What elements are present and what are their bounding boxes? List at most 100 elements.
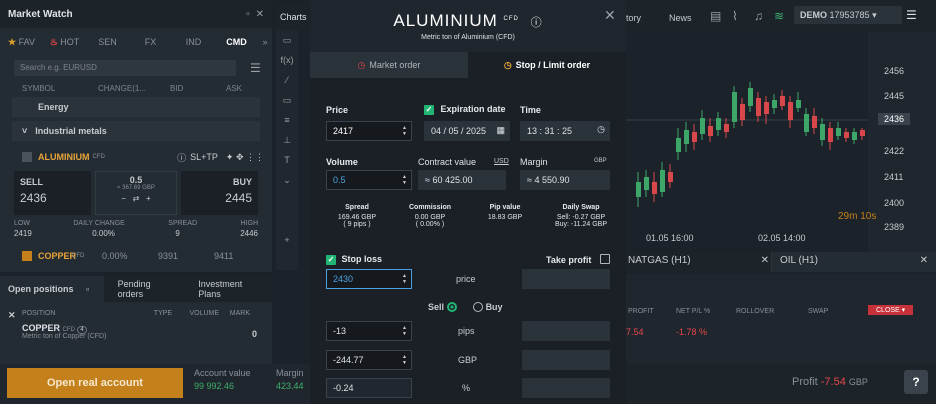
signal-icon[interactable]: ⌇ — [732, 9, 738, 23]
dialog-title: ALUMINIUM — [393, 11, 498, 30]
tabs-next-icon[interactable]: » — [258, 37, 272, 47]
market-watch-title: Market Watch — [8, 8, 73, 20]
column-symbol: SYMBOL — [22, 84, 56, 93]
y-tick: 2400 — [884, 198, 905, 208]
time-input[interactable]: 13 : 31 : 25 ◷ — [520, 121, 610, 141]
sell-button[interactable]: SELL 2436 — [14, 171, 92, 215]
symbol-table-header: SYMBOL CHANGE(1... BID ASK — [0, 80, 272, 97]
menu-icon[interactable]: ☰ — [906, 8, 917, 22]
take-profit-checkbox[interactable]: Take profit — [546, 254, 610, 265]
margin-label: Margin — [520, 157, 548, 167]
star-icon: ★ — [8, 36, 17, 47]
group-energy[interactable]: Energy — [12, 97, 260, 117]
charts-tab[interactable]: Charts — [276, 4, 310, 30]
stop-loss-gbp-input[interactable]: -244.77 ▲ ▼ — [326, 350, 412, 370]
account-selector[interactable]: DEMO 17953785 ▾ — [794, 6, 902, 24]
volume-stepper[interactable]: 0.5 ≈ 367.69 GBP − ⇄ + — [95, 171, 177, 215]
volume-input[interactable]: 0.5 ▲ ▼ — [326, 170, 412, 190]
order-form: Price 2417 ▲ ▼ ✓ Expiration date 04 / 05 /… — [310, 78, 626, 404]
tab-sen[interactable]: SEN — [86, 37, 129, 47]
y-tick: 2445 — [884, 91, 905, 101]
news-tab[interactable]: News — [669, 13, 692, 23]
date-input[interactable]: 04 / 05 / 2025 ▦ — [424, 121, 510, 141]
close-icon[interactable]: ✕ — [604, 7, 616, 24]
x-tick: 02.05 14:00 — [758, 233, 806, 243]
price-input[interactable]: 2417 ▲ ▼ — [326, 121, 412, 141]
y-tick: 2411 — [884, 172, 904, 182]
check-icon: ✓ — [424, 105, 434, 115]
close-all-button[interactable]: CLOSE ▾ — [868, 305, 914, 315]
close-icon[interactable]: ✕ — [256, 9, 264, 20]
candlestick-chart[interactable] — [626, 32, 868, 250]
current-price-label: 2436 — [878, 113, 911, 125]
instrument-stats-labels: LOW DAILY CHANGE SPREAD HIGH — [14, 220, 258, 227]
chevron-down-icon: ˅ — [22, 126, 28, 136]
info-icon[interactable]: ⓘ — [177, 151, 186, 164]
candle-body — [756, 98, 761, 116]
help-icon[interactable]: ? — [904, 370, 928, 394]
price-label: Price — [326, 105, 349, 115]
tab-hot[interactable]: ♨ HOT — [43, 37, 86, 48]
spread-info: Spread 169.46 GBP( 9 pips ) — [337, 204, 377, 228]
take-profit-pips-input[interactable] — [522, 321, 610, 341]
window-icon[interactable]: ▫ — [246, 9, 250, 20]
stop-loss-price-input[interactable]: 2430 ▲ ▼ — [326, 269, 412, 289]
positions-right-row: 7.54 -1.78 % — [626, 327, 708, 337]
account-value: Account value 99 992.46 — [194, 368, 251, 391]
sell-radio[interactable]: Sell — [428, 302, 457, 312]
candle-body — [772, 100, 777, 108]
instrument-row-copper[interactable]: COPPER CFD 0.00% 9391 9411 — [0, 246, 272, 266]
list-view-icon[interactable]: ☰ — [250, 61, 261, 75]
tab-cmd[interactable]: CMD — [215, 37, 258, 47]
positions-right: PROFIT NET P/L % ROLLOVER SWAP CLOSE ▾ 7.54… — [626, 274, 936, 364]
tab-stop-limit-order[interactable]: ◷ Stop / Limit order — [468, 52, 626, 78]
tool-icons[interactable]: ✦ ✥ ⋮⋮ — [226, 152, 264, 163]
chart-tab-natgas[interactable]: NATGAS (H1) ✕ — [626, 252, 772, 272]
tab-fav[interactable]: ★ FAV — [0, 37, 43, 48]
pip-value-info: Pip value 18.83 GBP — [487, 204, 523, 221]
candle-body — [652, 182, 657, 194]
account-margin: Margin 423.44 — [276, 368, 304, 391]
gbp-row-label: GBP — [458, 355, 478, 365]
x-tick: 01.05 16:00 — [646, 233, 694, 243]
calendar-icon[interactable]: ▤ — [710, 9, 721, 23]
candle-body — [660, 170, 665, 192]
take-profit-gbp-input[interactable] — [522, 350, 610, 370]
position-row[interactable]: COPPER CFD 4 Metric ton of Copper (CFD) … — [0, 321, 272, 342]
buy-radio[interactable]: Buy — [473, 302, 503, 312]
contract-value: ≈ 60 425.00 — [418, 170, 506, 190]
sltp-button[interactable]: SL+TP — [190, 152, 218, 162]
candle-body — [692, 132, 697, 142]
symbol-search-input[interactable]: Search e.g. EURUSD — [14, 60, 236, 76]
tab-open-positions[interactable]: Open positions ▫ ✕ — [0, 276, 104, 320]
candle-body — [644, 177, 649, 190]
buy-button[interactable]: BUY 2445 — [180, 171, 258, 215]
order-dialog: ALUMINIUM CFD ⓘ Metric ton of Aluminium … — [310, 0, 626, 404]
calendar-icon: ▦ — [496, 125, 505, 135]
margin-value: ≈ 4 550.90 — [520, 170, 610, 190]
tab-market-order[interactable]: ◷ Market order — [310, 52, 468, 78]
stop-loss-checkbox[interactable]: ✓ Stop loss — [326, 254, 382, 265]
tab-pending-orders[interactable]: Pending orders — [104, 279, 187, 299]
take-profit-price-input[interactable] — [522, 269, 610, 289]
expiration-checkbox[interactable]: ✓ Expiration date — [424, 104, 506, 115]
tab-investment-plans[interactable]: Investment Plans — [186, 279, 272, 299]
info-icon[interactable]: ⓘ — [531, 17, 543, 29]
tab-fx[interactable]: FX — [129, 37, 172, 47]
chart-toolbar[interactable]: ▭ f(x) ⁄ ▭ ≡ ⊥ T ⌄ + — [276, 30, 298, 270]
selected-instrument-row[interactable]: ALUMINIUM CFD ⓘ SL+TP ✦ ✥ ⋮⋮ — [0, 147, 272, 167]
take-profit-percent-input[interactable] — [522, 378, 610, 398]
history-tab[interactable]: tory — [626, 13, 641, 23]
open-real-account-button[interactable]: Open real account — [7, 368, 183, 398]
volume-label: Volume — [326, 157, 358, 167]
candle-body — [748, 88, 753, 106]
candle-body — [804, 114, 809, 132]
group-industrial-metals[interactable]: ˅ Industrial metals — [12, 121, 260, 141]
tab-ind[interactable]: IND — [172, 37, 215, 47]
bell-icon[interactable]: ♫ — [754, 9, 763, 23]
stop-loss-percent-input[interactable]: -0.24 — [326, 378, 412, 398]
chart-tab-oil[interactable]: OIL (H1) ✕ — [772, 252, 936, 272]
stop-loss-pips-input[interactable]: -13 ▲ ▼ — [326, 321, 412, 341]
price-axis: 2456 2445 2436 2422 2411 2400 2389 — [868, 32, 936, 254]
top-bar: tory News ▤ ⌇ ♫ ≋ DEMO 17953785 ▾ ☰ — [626, 0, 936, 32]
